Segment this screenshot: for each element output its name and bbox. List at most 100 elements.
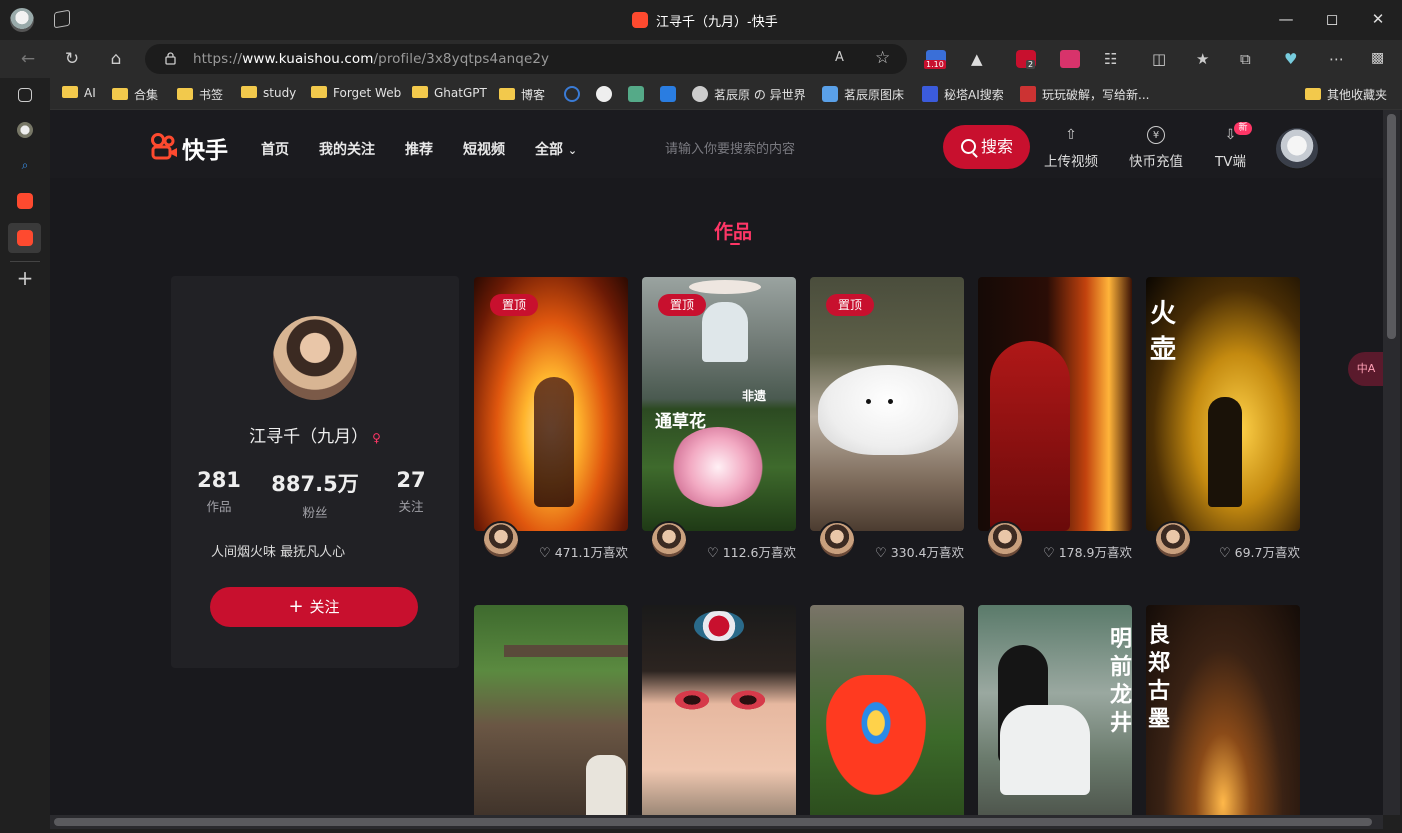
- browser-profile-avatar[interactable]: [10, 8, 34, 32]
- bookmark-folder-ghatgpt[interactable]: GhatGPT: [412, 86, 487, 104]
- split-screen-icon[interactable]: ◫: [1152, 50, 1172, 68]
- bookmark-folder-forget-web[interactable]: Forget Web: [311, 86, 401, 104]
- video-card[interactable]: 明 前 龙 井: [978, 605, 1132, 815]
- stat-following[interactable]: 27 关注: [387, 468, 435, 515]
- bookmark-site-crack[interactable]: 玩玩破解，写给新...: [1020, 86, 1149, 104]
- video-card[interactable]: 置顶 ♡ 471.1万喜欢: [474, 277, 628, 567]
- heart-icon[interactable]: ♡: [539, 546, 551, 561]
- scrollbar-thumb[interactable]: [54, 818, 1372, 826]
- stat-value: 887.5万: [271, 472, 359, 496]
- profile-avatar[interactable]: [273, 316, 357, 400]
- nav-all-dropdown[interactable]: 全部 ⌄: [535, 139, 577, 159]
- read-aloud-icon[interactable]: A: [835, 50, 844, 65]
- video-card[interactable]: ♡ 178.9万喜欢: [978, 277, 1132, 567]
- close-icon[interactable]: ✕: [1368, 10, 1388, 28]
- favorite-star-icon[interactable]: ☆: [875, 48, 890, 68]
- kuaishou-logo-icon[interactable]: [150, 132, 178, 160]
- dessert-shape: [818, 365, 958, 455]
- video-card[interactable]: [642, 605, 796, 815]
- browser-essentials-icon[interactable]: ♥: [1284, 50, 1304, 68]
- bookmark-folder-ai[interactable]: AI: [62, 86, 96, 104]
- nav-following[interactable]: 我的关注: [319, 139, 375, 159]
- home-icon[interactable]: ⌂: [105, 48, 127, 70]
- vertical-scrollbar[interactable]: [1383, 110, 1400, 815]
- horizontal-scrollbar[interactable]: [50, 815, 1383, 829]
- bookmark-folder-collection[interactable]: 合集: [112, 86, 158, 104]
- author-avatar[interactable]: [650, 521, 688, 559]
- video-thumbnail[interactable]: 良 郑 古 墨: [1146, 605, 1300, 815]
- scrollbar-thumb[interactable]: [1387, 114, 1396, 339]
- user-avatar[interactable]: [1276, 128, 1318, 170]
- video-thumbnail[interactable]: [474, 605, 628, 815]
- url-text[interactable]: https://www.kuaishou.com/profile/3x8yqtp…: [193, 51, 549, 67]
- translate-button[interactable]: 中A: [1348, 352, 1384, 386]
- bookmark-folder-other[interactable]: 其他收藏夹: [1305, 86, 1387, 104]
- author-avatar[interactable]: [818, 521, 856, 559]
- extension-translate-icon[interactable]: [1060, 50, 1080, 68]
- heart-icon[interactable]: ♡: [1219, 546, 1231, 561]
- bookmark-site-metaso[interactable]: 秘塔AI搜索: [922, 86, 1004, 104]
- upload-video-button[interactable]: ⇧ 上传视频: [1044, 126, 1098, 170]
- video-thumbnail[interactable]: 火 壶: [1146, 277, 1300, 531]
- search-button[interactable]: 搜索: [943, 125, 1030, 169]
- minimize-icon[interactable]: —: [1276, 10, 1296, 28]
- tab-actions-icon[interactable]: [18, 88, 32, 102]
- refresh-icon[interactable]: ↻: [61, 48, 83, 70]
- bookmark-folder-study[interactable]: study: [241, 86, 296, 104]
- extension-video-icon[interactable]: 1.10: [924, 50, 946, 69]
- heart-icon[interactable]: ♡: [875, 546, 887, 561]
- bookmark-icon-only-3[interactable]: [628, 86, 650, 104]
- section-title[interactable]: 作品: [714, 217, 752, 244]
- nav-home[interactable]: 首页: [261, 139, 289, 159]
- follow-button[interactable]: + 关注: [210, 587, 418, 627]
- stat-works[interactable]: 281 作品: [195, 468, 243, 515]
- coin-recharge-button[interactable]: ¥ 快币充值: [1129, 126, 1183, 170]
- video-card[interactable]: 火 壶 ♡ 69.7万喜欢: [1146, 277, 1300, 567]
- bookmark-icon-only-1[interactable]: [564, 86, 586, 104]
- video-thumbnail[interactable]: [810, 605, 964, 815]
- active-tab-highlight[interactable]: [8, 223, 41, 253]
- extension-triangle-icon[interactable]: ▲: [971, 50, 991, 68]
- video-thumbnail[interactable]: [978, 277, 1132, 531]
- author-avatar[interactable]: [1154, 521, 1192, 559]
- bookmark-folder-blog[interactable]: 博客: [499, 86, 545, 104]
- bookmark-folder-bookmarks[interactable]: 书签: [177, 86, 223, 104]
- collections-icon[interactable]: ⧉: [1240, 50, 1260, 68]
- stat-fans[interactable]: 887.5万 粉丝: [265, 468, 365, 521]
- video-card[interactable]: [474, 605, 628, 815]
- bookmark-icon-only-2[interactable]: [596, 86, 618, 104]
- heart-icon[interactable]: ♡: [1043, 546, 1055, 561]
- workspaces-icon[interactable]: [54, 9, 70, 29]
- search-input[interactable]: 请输入你要搜索的内容: [665, 138, 795, 157]
- bookmark-label: 书签: [199, 88, 224, 102]
- video-card[interactable]: [810, 605, 964, 815]
- maximize-icon[interactable]: ◻: [1322, 10, 1342, 28]
- video-thumbnail[interactable]: 明 前 龙 井: [978, 605, 1132, 815]
- lock-icon[interactable]: [165, 52, 176, 65]
- kuaishou-tab-icon[interactable]: [17, 193, 33, 209]
- nav-recommend[interactable]: 推荐: [405, 139, 433, 159]
- bookmark-site-image-host[interactable]: 茗辰原图床: [822, 86, 904, 104]
- tv-label: TV端: [1215, 154, 1246, 170]
- logo-text[interactable]: 快手: [182, 131, 228, 165]
- favorites-icon[interactable]: ★: [1196, 50, 1216, 68]
- address-bar[interactable]: https://www.kuaishou.com/profile/3x8yqtp…: [145, 44, 907, 74]
- video-card[interactable]: 良 郑 古 墨: [1146, 605, 1300, 815]
- video-card[interactable]: 非遗 通草花 置顶 ♡ 112.6万喜欢: [642, 277, 796, 567]
- heart-icon[interactable]: ♡: [707, 546, 719, 561]
- video-thumbnail[interactable]: [642, 605, 796, 815]
- video-card[interactable]: 置顶 ♡ 330.4万喜欢: [810, 277, 964, 567]
- bookmark-icon-only-4[interactable]: [660, 86, 682, 104]
- author-avatar[interactable]: [986, 521, 1024, 559]
- back-arrow-icon[interactable]: ←: [17, 48, 39, 70]
- search-icon[interactable]: ⌕: [17, 158, 33, 174]
- more-menu-icon[interactable]: ⋯: [1329, 50, 1349, 68]
- tab-favicon-1[interactable]: [17, 122, 33, 138]
- author-avatar[interactable]: [482, 521, 520, 559]
- bookmark-site-isekai[interactable]: 茗辰原 の 异世界: [692, 86, 806, 104]
- nav-short-video[interactable]: 短视频: [463, 139, 505, 159]
- new-tab-plus-icon[interactable]: +: [15, 268, 35, 288]
- extensions-puzzle-icon[interactable]: ☷: [1104, 50, 1124, 68]
- sidebar-toggle-icon[interactable]: ▩: [1371, 50, 1391, 68]
- ublock-icon[interactable]: 2: [1016, 50, 1036, 69]
